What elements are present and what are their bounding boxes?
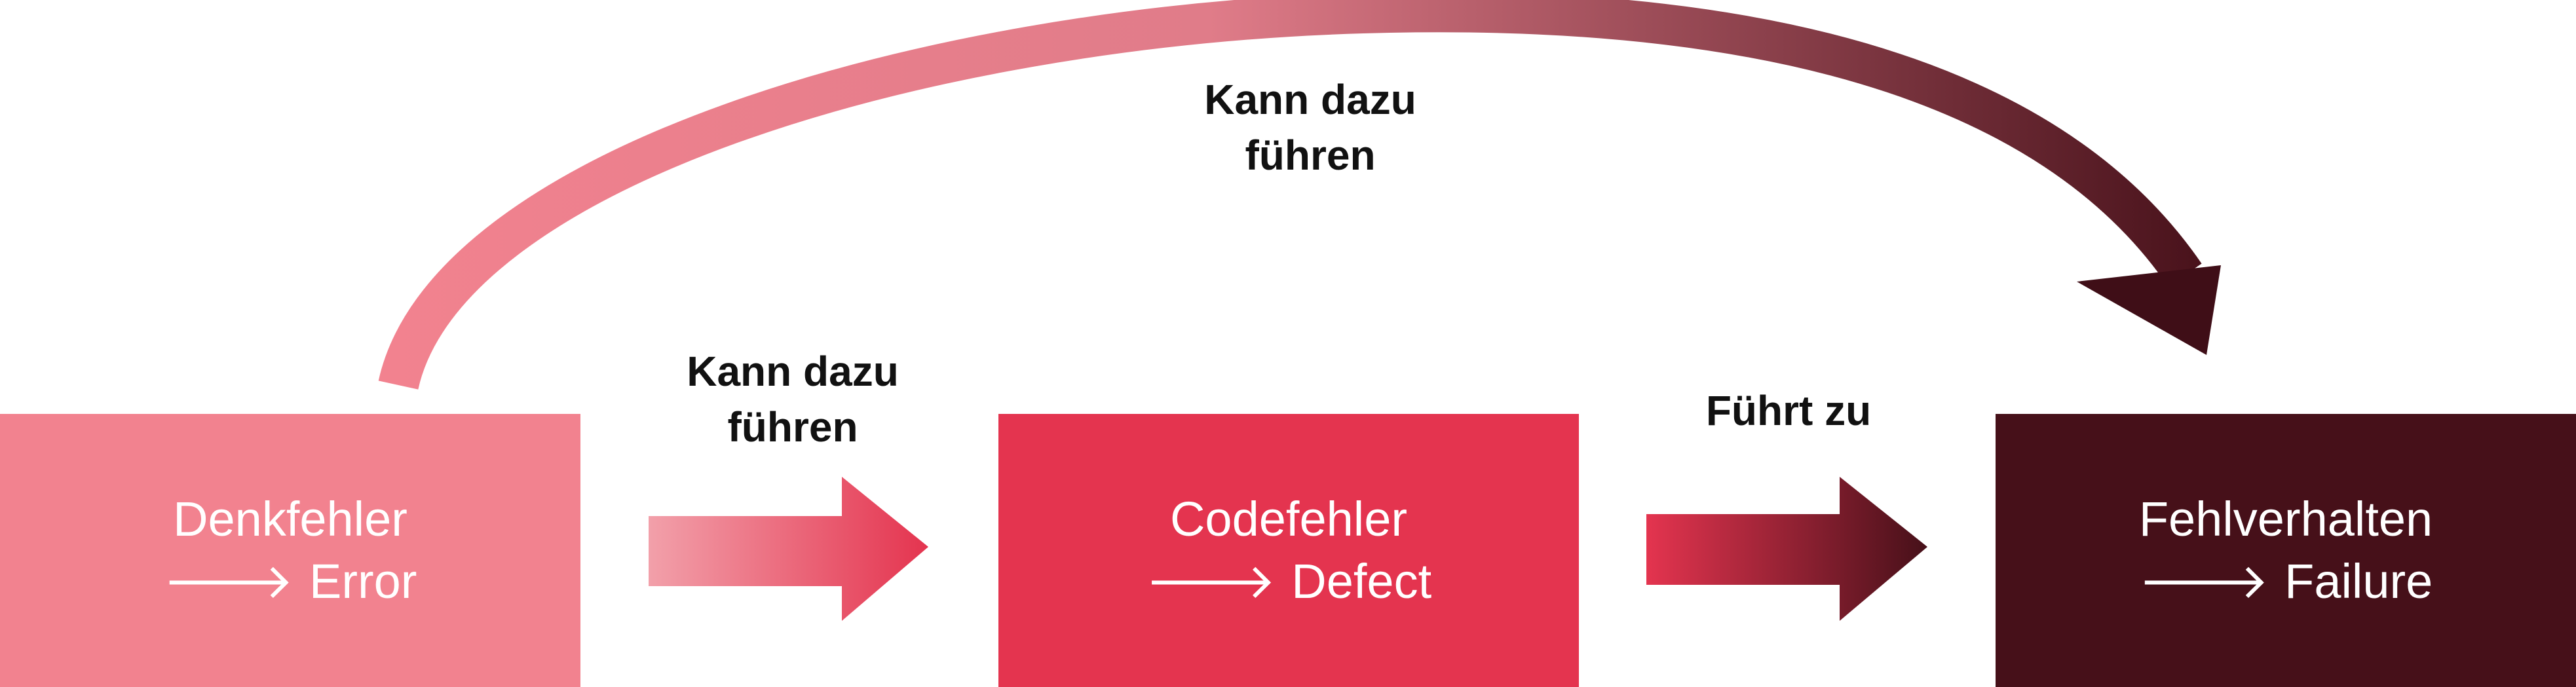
right-arrow-icon: 🡒 bbox=[2138, 553, 2269, 608]
arrow-error-to-defect bbox=[649, 477, 928, 621]
node-subtitle: Defect bbox=[1291, 553, 1432, 608]
node-title: Denkfehler bbox=[173, 491, 407, 546]
edge-label-error-to-failure: Kann dazu führen bbox=[1114, 72, 1507, 183]
arrow-error-to-failure-head bbox=[2077, 265, 2221, 355]
edge-label-error-to-defect: Kann dazu führen bbox=[609, 344, 976, 455]
edge-label-defect-to-failure: Führt zu bbox=[1612, 383, 1965, 439]
arrow-defect-to-failure bbox=[1646, 477, 1927, 621]
node-subtitle-row: 🡒 Error bbox=[164, 551, 417, 613]
right-arrow-icon: 🡒 bbox=[1145, 553, 1276, 608]
node-failure: Fehlverhalten 🡒 Failure bbox=[1996, 414, 2576, 687]
node-subtitle: Error bbox=[309, 553, 417, 608]
error-defect-failure-diagram: Kann dazu führen Kann dazu führen Führt … bbox=[0, 0, 2576, 687]
edge-label-line: führen bbox=[727, 403, 858, 451]
node-error: Denkfehler 🡒 Error bbox=[0, 414, 580, 687]
edge-label-line: Kann dazu bbox=[687, 348, 899, 395]
node-title: Codefehler bbox=[1169, 491, 1407, 546]
node-subtitle: Failure bbox=[2284, 553, 2433, 608]
arrow-error-to-failure-curve bbox=[378, 0, 2202, 390]
node-subtitle-row: 🡒 Failure bbox=[2139, 551, 2433, 613]
right-arrow-icon: 🡒 bbox=[163, 553, 294, 608]
node-title: Fehlverhalten bbox=[2138, 491, 2433, 546]
edge-label-line: Führt zu bbox=[1705, 387, 1872, 434]
node-subtitle-row: 🡒 Defect bbox=[1146, 551, 1431, 613]
edge-label-line: Kann dazu bbox=[1204, 76, 1416, 123]
node-defect: Codefehler 🡒 Defect bbox=[998, 414, 1579, 687]
edge-label-line: führen bbox=[1245, 132, 1376, 179]
